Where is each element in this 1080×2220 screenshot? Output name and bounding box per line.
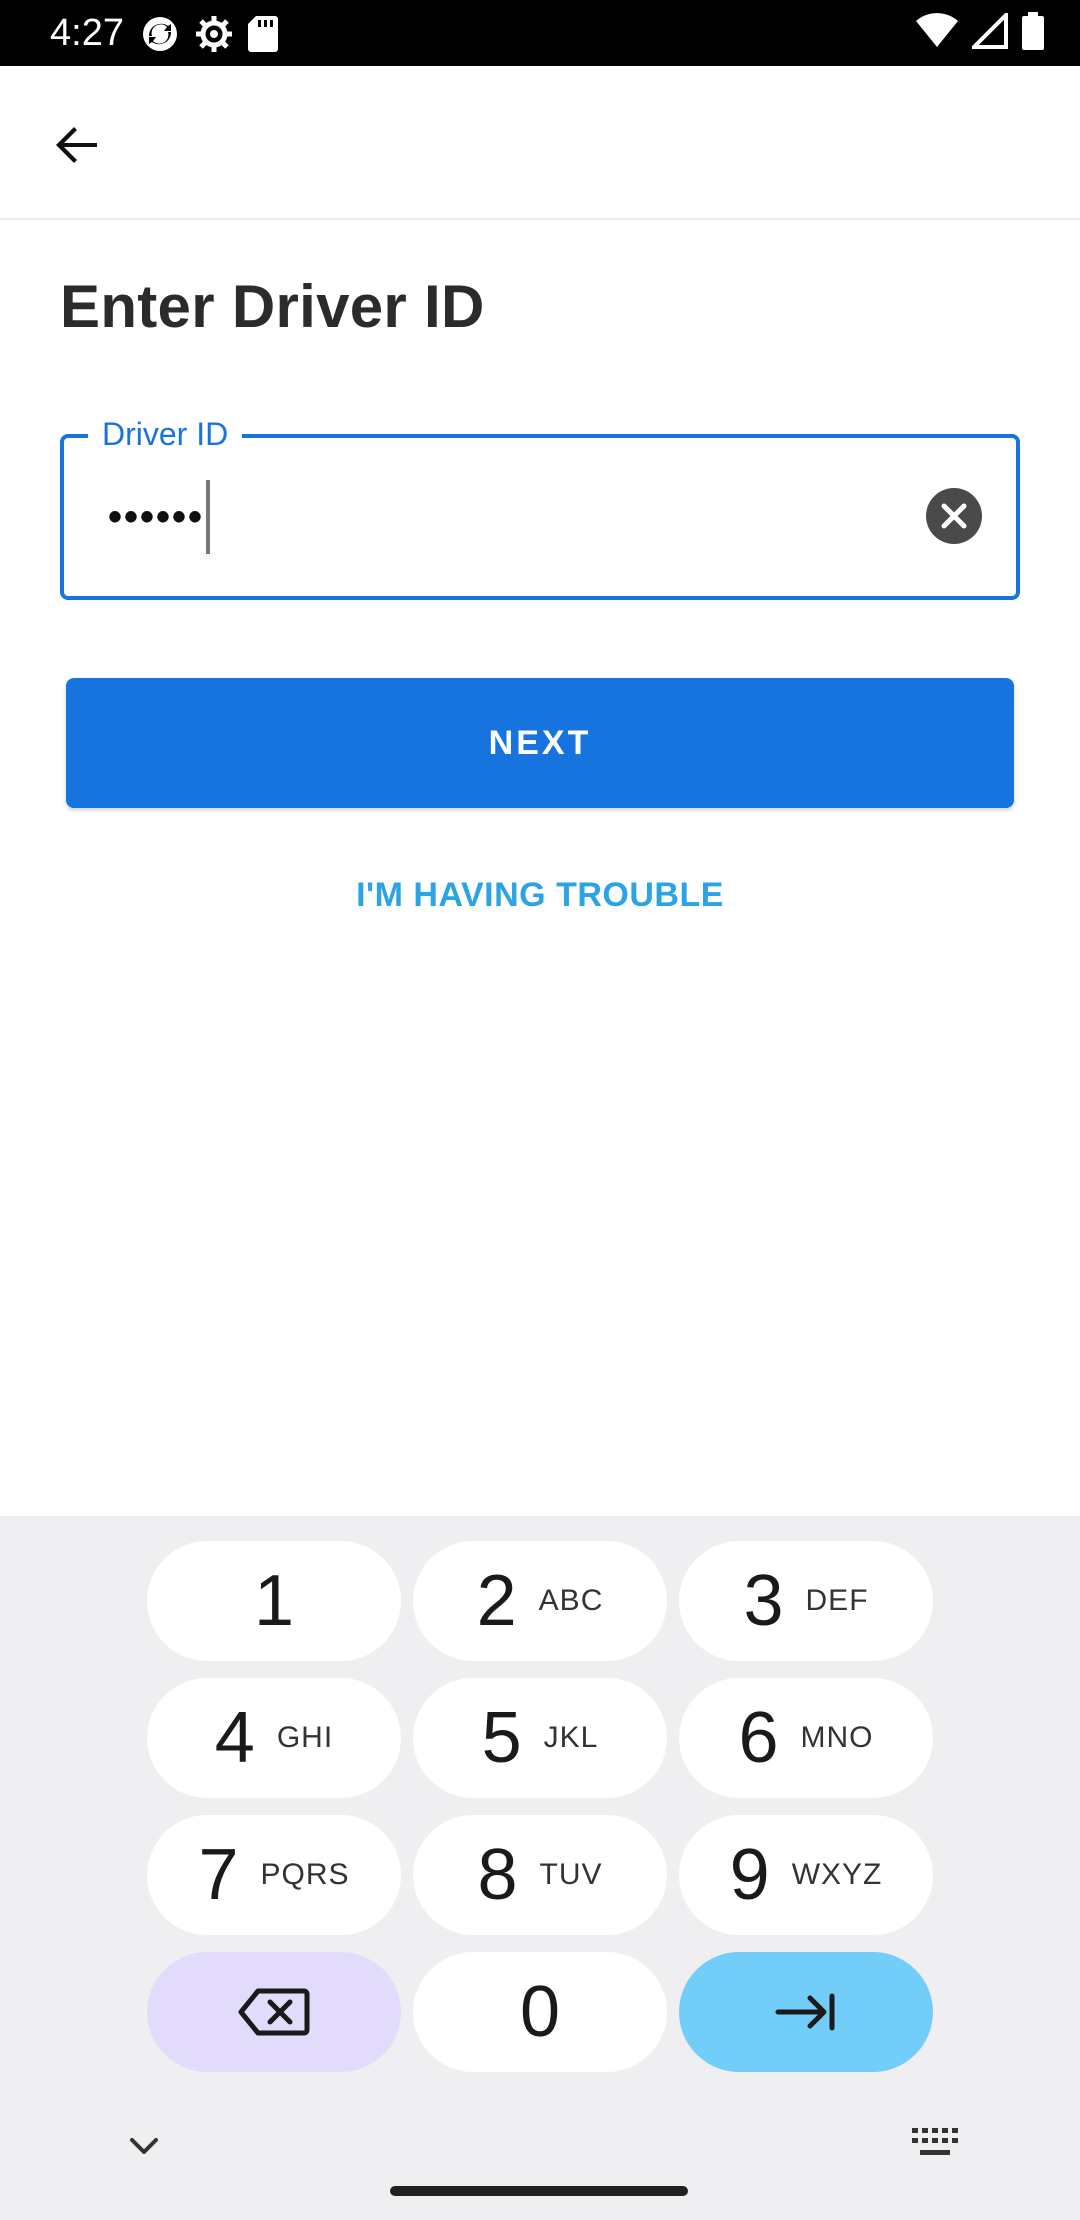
driver-id-field[interactable]: Driver ID ••••••: [60, 414, 1020, 600]
next-button[interactable]: NEXT: [66, 678, 1014, 808]
key-7[interactable]: 7 PQRS: [147, 1815, 401, 1935]
text-caret: [206, 480, 211, 554]
page-title: Enter Driver ID: [60, 273, 485, 340]
tab-next-icon: [775, 1993, 835, 2031]
key-9[interactable]: 9 WXYZ: [679, 1815, 933, 1935]
key-2[interactable]: 2 ABC: [413, 1541, 667, 1661]
keyboard-icon[interactable]: [912, 2128, 958, 2158]
key-letters: WXYZ: [791, 1858, 883, 1891]
back-button[interactable]: [40, 108, 114, 182]
key-5[interactable]: 5 JKL: [413, 1678, 667, 1798]
key-digit: 6: [738, 1698, 779, 1778]
key-3[interactable]: 3 DEF: [679, 1541, 933, 1661]
key-letters: MNO: [800, 1721, 874, 1754]
key-digit: 9: [729, 1835, 770, 1915]
having-trouble-link[interactable]: I'M HAVING TROUBLE: [0, 876, 1080, 915]
key-letters: GHI: [276, 1721, 334, 1754]
key-digit: 2: [476, 1561, 517, 1641]
backspace-icon: [238, 1988, 310, 2036]
backspace-key[interactable]: [147, 1952, 401, 2072]
wifi-icon: [916, 13, 958, 47]
next-field-key[interactable]: [679, 1952, 933, 2072]
status-icons-left: [140, 14, 278, 54]
chevron-down-icon[interactable]: [124, 2126, 164, 2166]
settings-gear-icon: [196, 16, 232, 52]
clear-circle-icon: [941, 503, 967, 529]
status-icons-right: [916, 12, 1044, 50]
key-4[interactable]: 4 GHI: [147, 1678, 401, 1798]
key-digit: 1: [253, 1561, 295, 1641]
app-bar: [0, 66, 1080, 220]
key-8[interactable]: 8 TUV: [413, 1815, 667, 1935]
driver-id-input[interactable]: ••••••: [108, 480, 211, 554]
key-6[interactable]: 6 MNO: [679, 1678, 933, 1798]
key-digit: 5: [481, 1698, 522, 1778]
status-time: 4:27: [50, 12, 124, 54]
key-digit: 8: [477, 1835, 518, 1915]
driver-id-value: ••••••: [108, 494, 205, 539]
key-digit: 7: [198, 1835, 239, 1915]
status-bar: 4:27: [0, 0, 1080, 66]
clear-input-button[interactable]: [926, 488, 982, 544]
key-letters: TUV: [539, 1858, 603, 1891]
arrow-back-icon: [56, 127, 97, 163]
keyboard-bottom-bar: [0, 2104, 1080, 2220]
gesture-nav-handle[interactable]: [390, 2186, 688, 2196]
driver-id-label: Driver ID: [88, 414, 243, 454]
signal-icon: [972, 13, 1008, 49]
key-letters: DEF: [805, 1584, 869, 1617]
key-letters: JKL: [543, 1721, 599, 1754]
key-digit: 0: [519, 1972, 561, 2052]
key-1[interactable]: 1: [147, 1541, 401, 1661]
key-0[interactable]: 0: [413, 1952, 667, 2072]
key-letters: ABC: [538, 1584, 604, 1617]
key-digit: 4: [214, 1698, 255, 1778]
battery-icon: [1022, 12, 1044, 50]
key-digit: 3: [743, 1561, 784, 1641]
sync-icon: [143, 17, 177, 51]
sd-card-icon: [248, 16, 278, 52]
key-letters: PQRS: [260, 1858, 350, 1891]
